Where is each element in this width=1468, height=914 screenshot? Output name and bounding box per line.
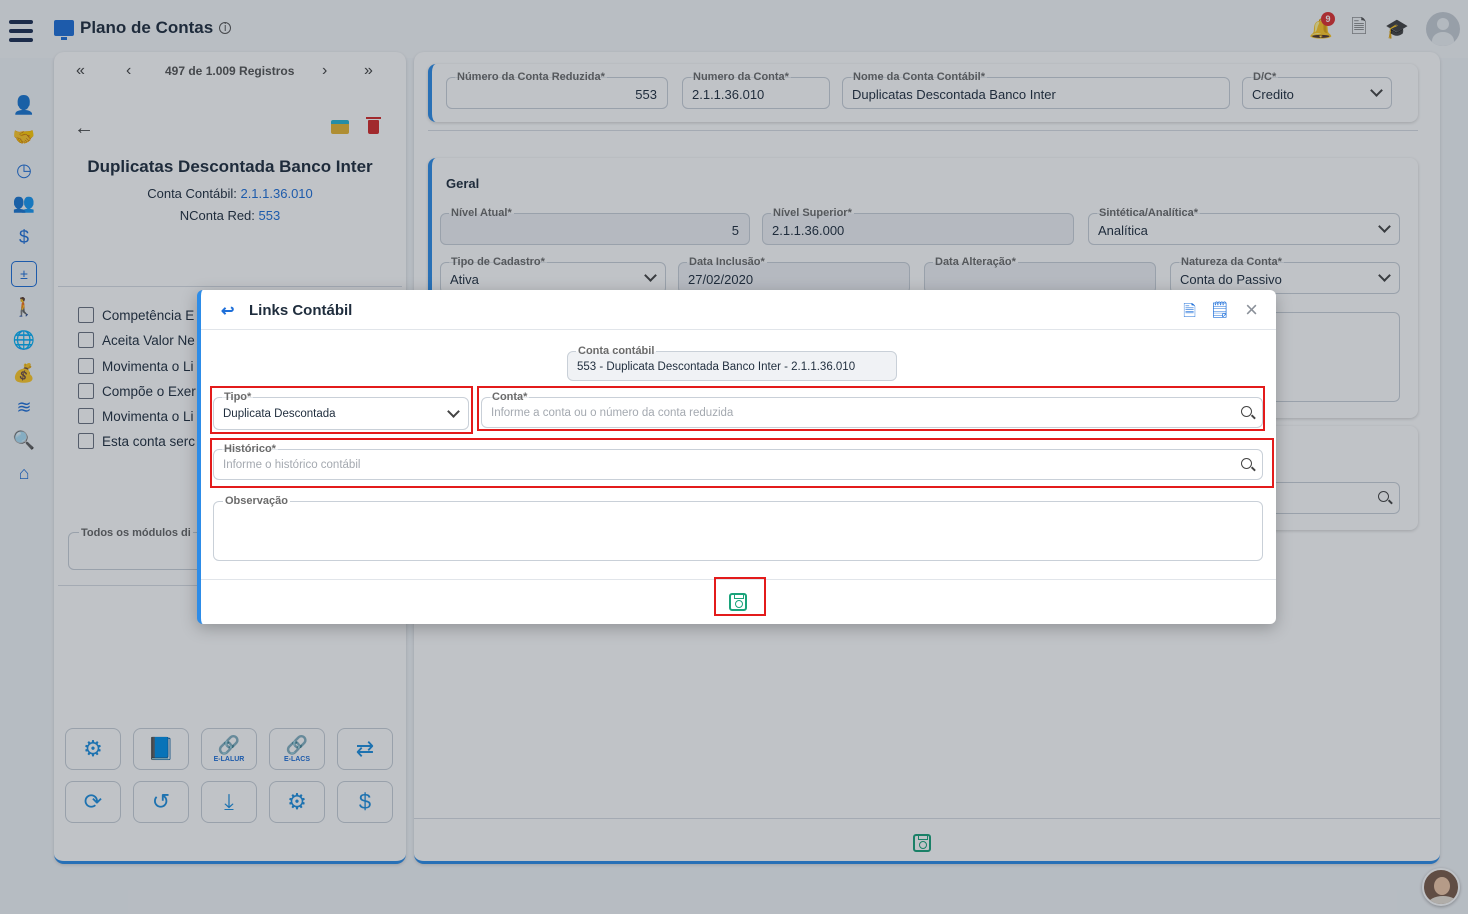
modal-title: Links Contábil (249, 302, 353, 319)
highlight-box (210, 386, 473, 434)
report-icon[interactable]: 🗒 (1210, 300, 1230, 320)
document-search-icon[interactable]: 🗎 (1183, 300, 1196, 327)
observacao-textarea[interactable]: Observação (213, 495, 1263, 561)
links-contabil-modal: ↩ Links Contábil 🗎 🗒 × Conta contábil 55… (197, 290, 1276, 624)
highlight-box (477, 386, 1265, 431)
conta-contabil-field: Conta contábil 553 - Duplicata Descontad… (567, 345, 897, 381)
highlight-box (714, 577, 766, 616)
highlight-box (210, 438, 1274, 488)
close-icon[interactable]: × (1245, 297, 1258, 323)
modal-header: ↩ Links Contábil 🗎 🗒 × (201, 290, 1276, 330)
reply-arrow-icon[interactable]: ↩ (221, 301, 234, 321)
